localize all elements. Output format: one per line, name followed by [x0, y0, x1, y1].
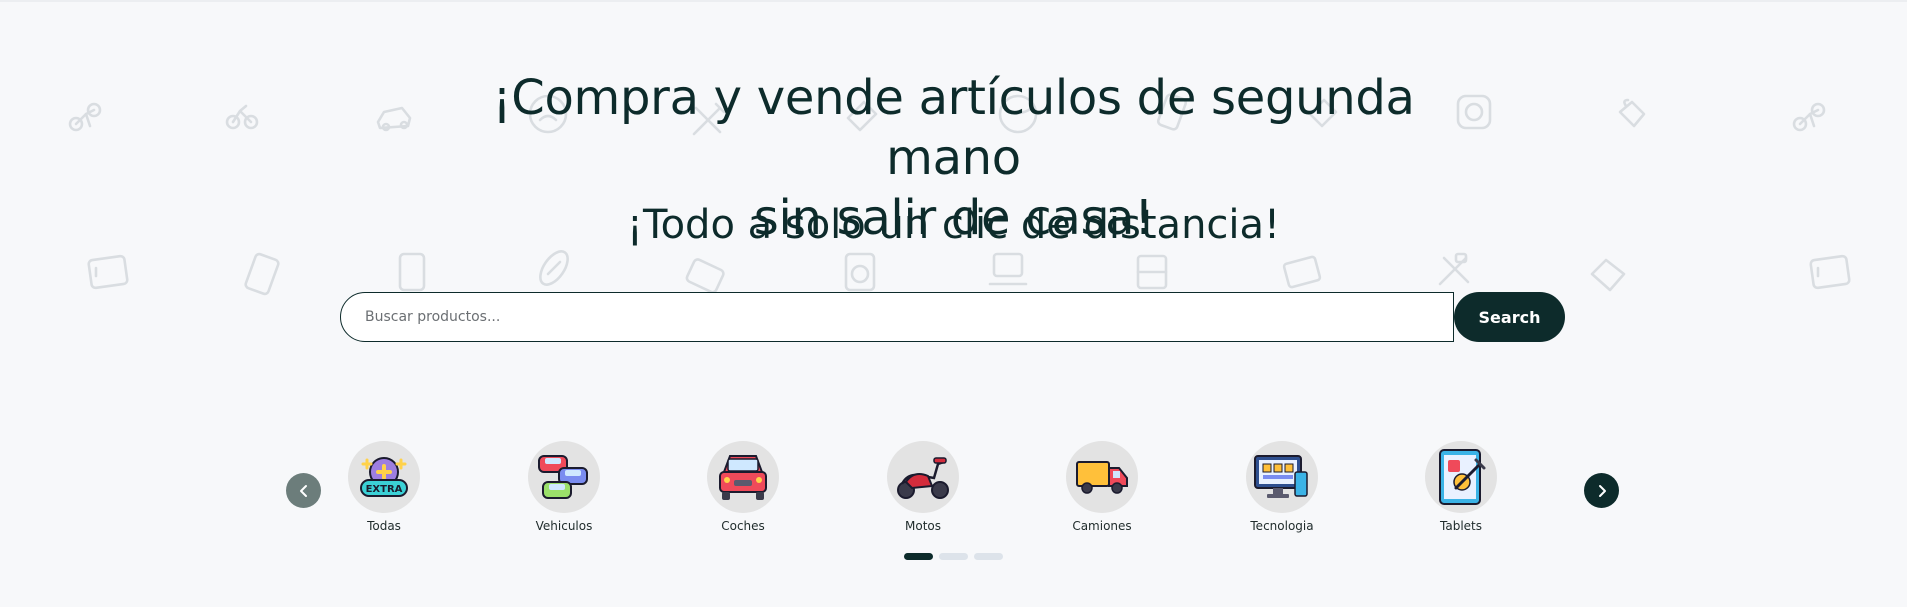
category-icon-circle: EXTRA — [348, 441, 420, 513]
top-divider — [0, 0, 1907, 2]
category-label: Camiones — [1072, 519, 1132, 533]
truck-icon — [1076, 461, 1128, 494]
cyclist-doodle-icon — [225, 104, 259, 130]
search-input[interactable] — [340, 292, 1454, 342]
tag-doodle-icon — [1590, 258, 1626, 292]
computer-icon — [1254, 455, 1308, 498]
category-tecnologia[interactable]: Tecnologia — [1212, 441, 1352, 541]
carousel-dot-3[interactable] — [974, 553, 1003, 560]
category-label: Coches — [721, 519, 765, 533]
laptop-doodle-icon — [988, 252, 1028, 286]
category-camiones[interactable]: Camiones — [1032, 441, 1172, 541]
card-doodle-icon — [1282, 255, 1322, 289]
category-icon-circle — [707, 441, 779, 513]
stacked-cars-icon — [538, 455, 588, 499]
carousel-next-button[interactable] — [1584, 473, 1619, 508]
search-button[interactable]: Search — [1454, 292, 1565, 342]
bicycle-doodle-icon-right — [1792, 102, 1826, 132]
category-icon-circle — [887, 441, 959, 513]
wallet-doodle-icon-right — [1809, 254, 1851, 290]
tablet-doodle-icon — [244, 252, 280, 296]
category-tablets[interactable]: Tablets — [1391, 441, 1531, 541]
tablet-icon — [1439, 449, 1486, 505]
category-icon-circle — [528, 441, 600, 513]
hammer-doodle-icon — [1438, 252, 1470, 286]
bag-doodle-icon — [1618, 98, 1646, 128]
category-label: Vehiculos — [535, 519, 593, 533]
category-coches[interactable]: Coches — [673, 441, 813, 541]
toolbox-doodle-icon — [685, 258, 725, 294]
category-label: Tecnologia — [1250, 519, 1314, 533]
category-motos[interactable]: Motos — [853, 441, 993, 541]
carousel-dot-1[interactable] — [904, 553, 933, 560]
chevron-left-icon — [299, 484, 307, 497]
smartphone-doodle-icon — [398, 252, 426, 292]
category-icon-circle — [1066, 441, 1138, 513]
washing-machine-doodle-icon — [844, 252, 876, 292]
svg-text:EXTRA: EXTRA — [366, 484, 403, 495]
extra-badge-icon: EXTRA — [360, 457, 408, 497]
category-label: Todas — [367, 519, 401, 533]
category-todas[interactable]: EXTRA Todas — [314, 441, 454, 541]
washer-doodle-icon — [1456, 94, 1492, 130]
wallet-doodle-icon — [87, 254, 129, 290]
car-icon — [719, 455, 767, 500]
category-vehiculos[interactable]: Vehiculos — [494, 441, 634, 541]
scooter-icon — [897, 457, 949, 499]
category-label: Tablets — [1440, 519, 1482, 533]
hero-title-line-1: ¡Compra y vende artículos de segunda man… — [492, 70, 1415, 186]
chevron-right-icon — [1598, 484, 1606, 497]
football-doodle-icon — [539, 250, 569, 286]
category-icon-circle — [1246, 441, 1318, 513]
notebook-doodle-icon — [1136, 254, 1168, 290]
carousel-dot-2[interactable] — [939, 553, 968, 560]
hero-subtitle: ¡Todo a solo un clic de distancia! — [626, 202, 1281, 248]
bicycle-doodle-icon — [68, 102, 102, 132]
car-doodle-icon — [376, 106, 412, 132]
category-icon-circle — [1425, 441, 1497, 513]
category-label: Motos — [905, 519, 941, 533]
